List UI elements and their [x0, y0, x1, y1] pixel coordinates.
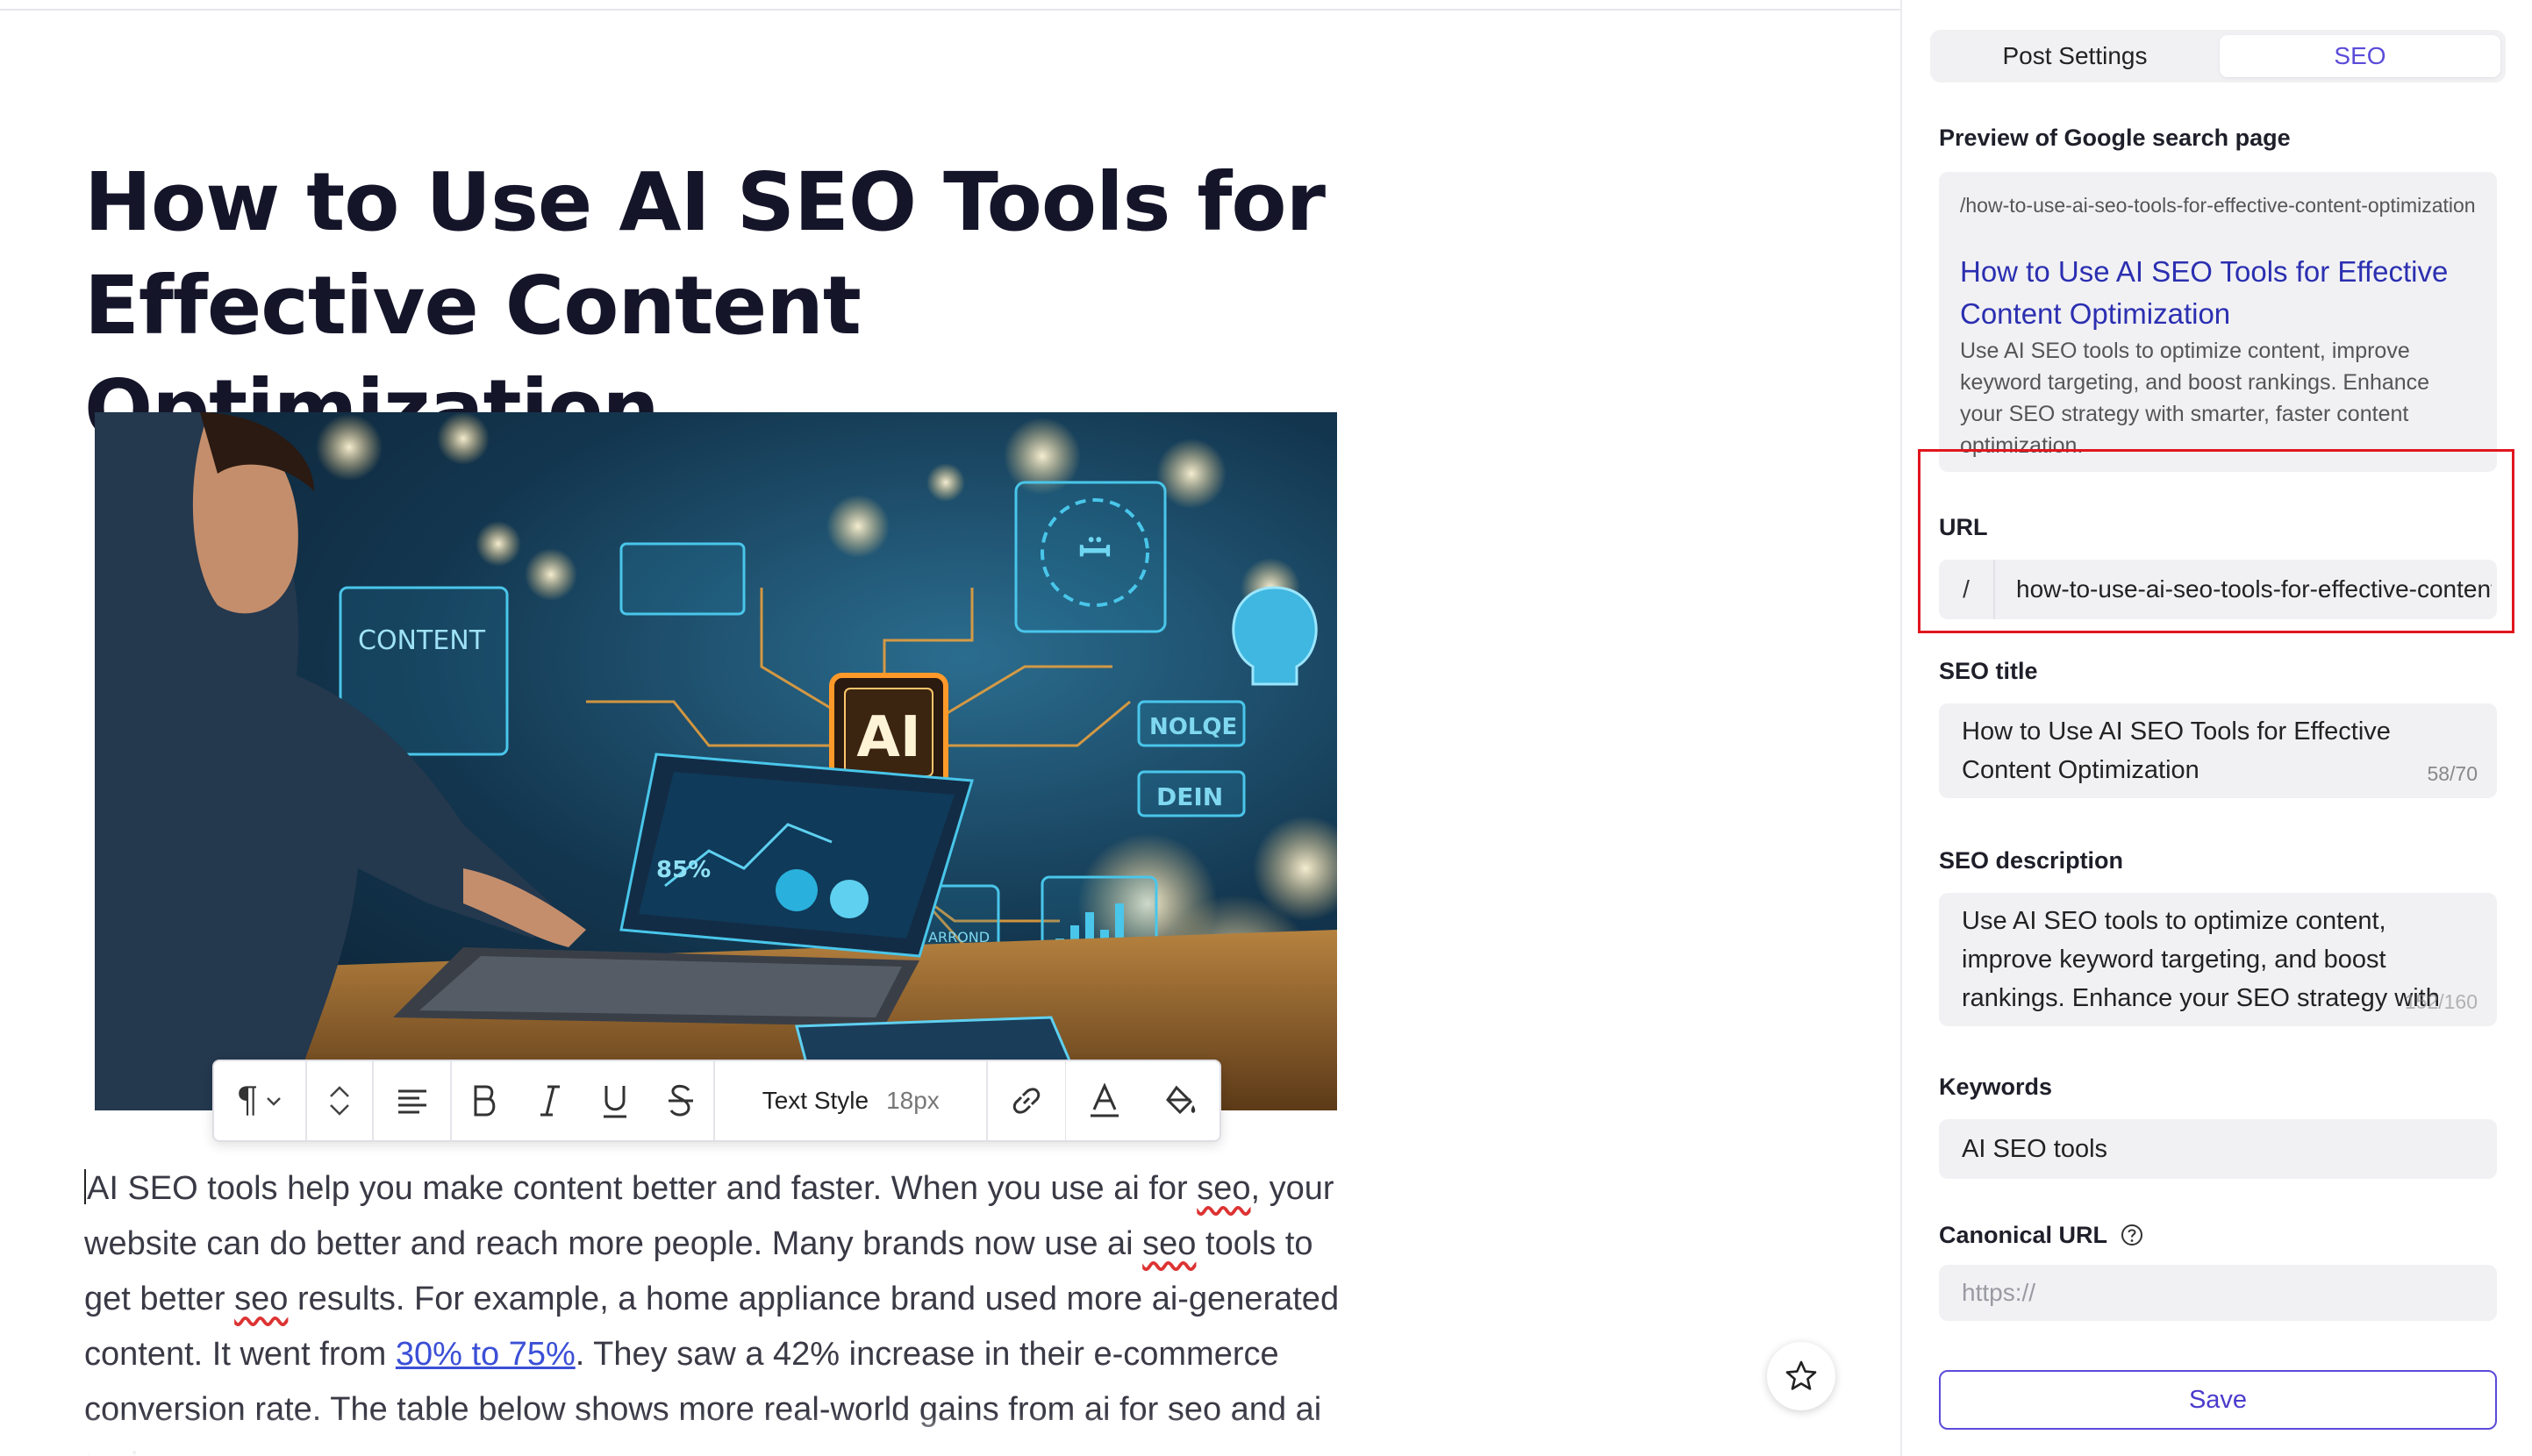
hero-dein-label: DEIN	[1156, 782, 1223, 811]
canonical-label-row: Canonical URL	[1939, 1222, 2143, 1249]
preview-heading: Preview of Google search page	[1939, 125, 2291, 151]
paragraph-icon: ¶	[236, 1081, 259, 1121]
underline-button[interactable]	[583, 1061, 648, 1140]
chevron-down-icon[interactable]	[328, 1101, 351, 1118]
text-color-icon	[1090, 1083, 1119, 1117]
favorite-button[interactable]	[1767, 1342, 1835, 1410]
canonical-url-field	[1939, 1265, 2497, 1321]
keyword-value[interactable]: AI SEO tools	[1962, 1130, 2479, 1168]
underline-icon	[604, 1086, 627, 1118]
tab-post-settings[interactable]: Post Settings	[1935, 35, 2214, 77]
chevron-up-icon[interactable]	[328, 1083, 351, 1101]
misspelled-word[interactable]: seo	[234, 1281, 288, 1317]
body-text-segment: AI SEO tools help you make content bette…	[87, 1170, 1198, 1207]
paint-bucket-icon	[1166, 1085, 1196, 1115]
font-size-value: 18px	[886, 1087, 940, 1114]
url-highlight-box	[1918, 449, 2514, 633]
strikethrough-icon	[669, 1084, 694, 1117]
canonical-url-label: Canonical URL	[1939, 1222, 2107, 1248]
chevron-down-icon	[266, 1097, 281, 1106]
move-block-control[interactable]	[307, 1061, 373, 1140]
misspelled-word[interactable]: seo	[1197, 1170, 1250, 1207]
align-left-icon	[397, 1089, 426, 1114]
seo-description-input[interactable]: Use AI SEO tools to optimize content, im…	[1962, 902, 2479, 1026]
hero-image[interactable]: AI ꟷ̈ CONTENT NOLQE DEIN ARROND 85%	[95, 412, 1337, 1110]
canonical-url-input[interactable]	[1939, 1265, 2497, 1321]
strikethrough-button[interactable]	[648, 1061, 714, 1140]
settings-panel: Post Settings SEO Preview of Google sear…	[1900, 0, 2532, 1456]
star-icon	[1785, 1360, 1817, 1390]
seo-title-input[interactable]: How to Use AI SEO Tools for Effective Co…	[1962, 712, 2479, 789]
panel-tabs: Post Settings SEO	[1930, 30, 2506, 82]
paragraph-style-dropdown[interactable]: ¶	[214, 1061, 305, 1140]
hero-stat-label: 85%	[656, 857, 711, 883]
keywords-label: Keywords	[1939, 1074, 2053, 1100]
google-preview-card: /how-to-use-ai-seo-tools-for-effective-c…	[1939, 172, 2497, 472]
align-button[interactable]	[374, 1061, 450, 1140]
highlight-color-button[interactable]	[1143, 1061, 1220, 1140]
editor-canvas[interactable]: How to Use AI SEO Tools for Effective Co…	[0, 11, 1900, 1456]
preview-description: Use AI SEO tools to optimize content, im…	[1960, 339, 2430, 458]
text-caret	[84, 1169, 86, 1204]
hero-content-label: CONTENT	[358, 625, 486, 656]
seo-description-label: SEO description	[1939, 847, 2124, 874]
italic-button[interactable]	[518, 1061, 583, 1140]
bold-icon	[474, 1085, 496, 1117]
save-button[interactable]: Save	[1939, 1370, 2497, 1430]
text-style-label: Text Style	[762, 1087, 869, 1114]
seo-title-field[interactable]: How to Use AI SEO Tools for Effective Co…	[1939, 703, 2497, 798]
hero-ai-label: AI	[856, 705, 920, 770]
preview-url: /how-to-use-ai-seo-tools-for-effective-c…	[1960, 194, 2476, 217]
bottom-fade	[0, 1414, 1900, 1456]
tab-seo[interactable]: SEO	[2220, 35, 2500, 77]
body-link[interactable]: 30% to 75%	[396, 1336, 576, 1373]
hero-illustration: AI ꟷ̈ CONTENT NOLQE DEIN ARROND 85%	[95, 412, 1337, 1110]
post-body[interactable]: AI SEO tools help you make content bette…	[84, 1161, 1365, 1456]
seo-title-counter: 58/70	[2427, 762, 2478, 785]
seo-description-field[interactable]: Use AI SEO tools to optimize content, im…	[1939, 893, 2497, 1026]
italic-icon	[540, 1085, 560, 1117]
link-button[interactable]	[988, 1061, 1064, 1140]
formatting-toolbar: ¶ Text Style 18px	[212, 1060, 1221, 1142]
top-divider	[0, 0, 1900, 11]
seo-description-counter: 152/160	[2404, 990, 2478, 1013]
hero-nolde-label: NOLQE	[1149, 714, 1237, 740]
text-style-dropdown[interactable]: Text Style 18px	[715, 1061, 986, 1140]
text-color-button[interactable]	[1066, 1061, 1142, 1140]
bold-button[interactable]	[452, 1061, 518, 1140]
help-icon[interactable]	[2121, 1224, 2143, 1246]
keywords-field[interactable]: AI SEO tools	[1939, 1119, 2497, 1179]
hero-fingerprint-glyph: ꟷ̈	[1078, 528, 1111, 575]
seo-title-label: SEO title	[1939, 658, 2038, 684]
link-icon	[1012, 1088, 1041, 1114]
preview-title: How to Use AI SEO Tools for Effective Co…	[1960, 255, 2449, 330]
misspelled-word[interactable]: seo	[1142, 1225, 1196, 1262]
